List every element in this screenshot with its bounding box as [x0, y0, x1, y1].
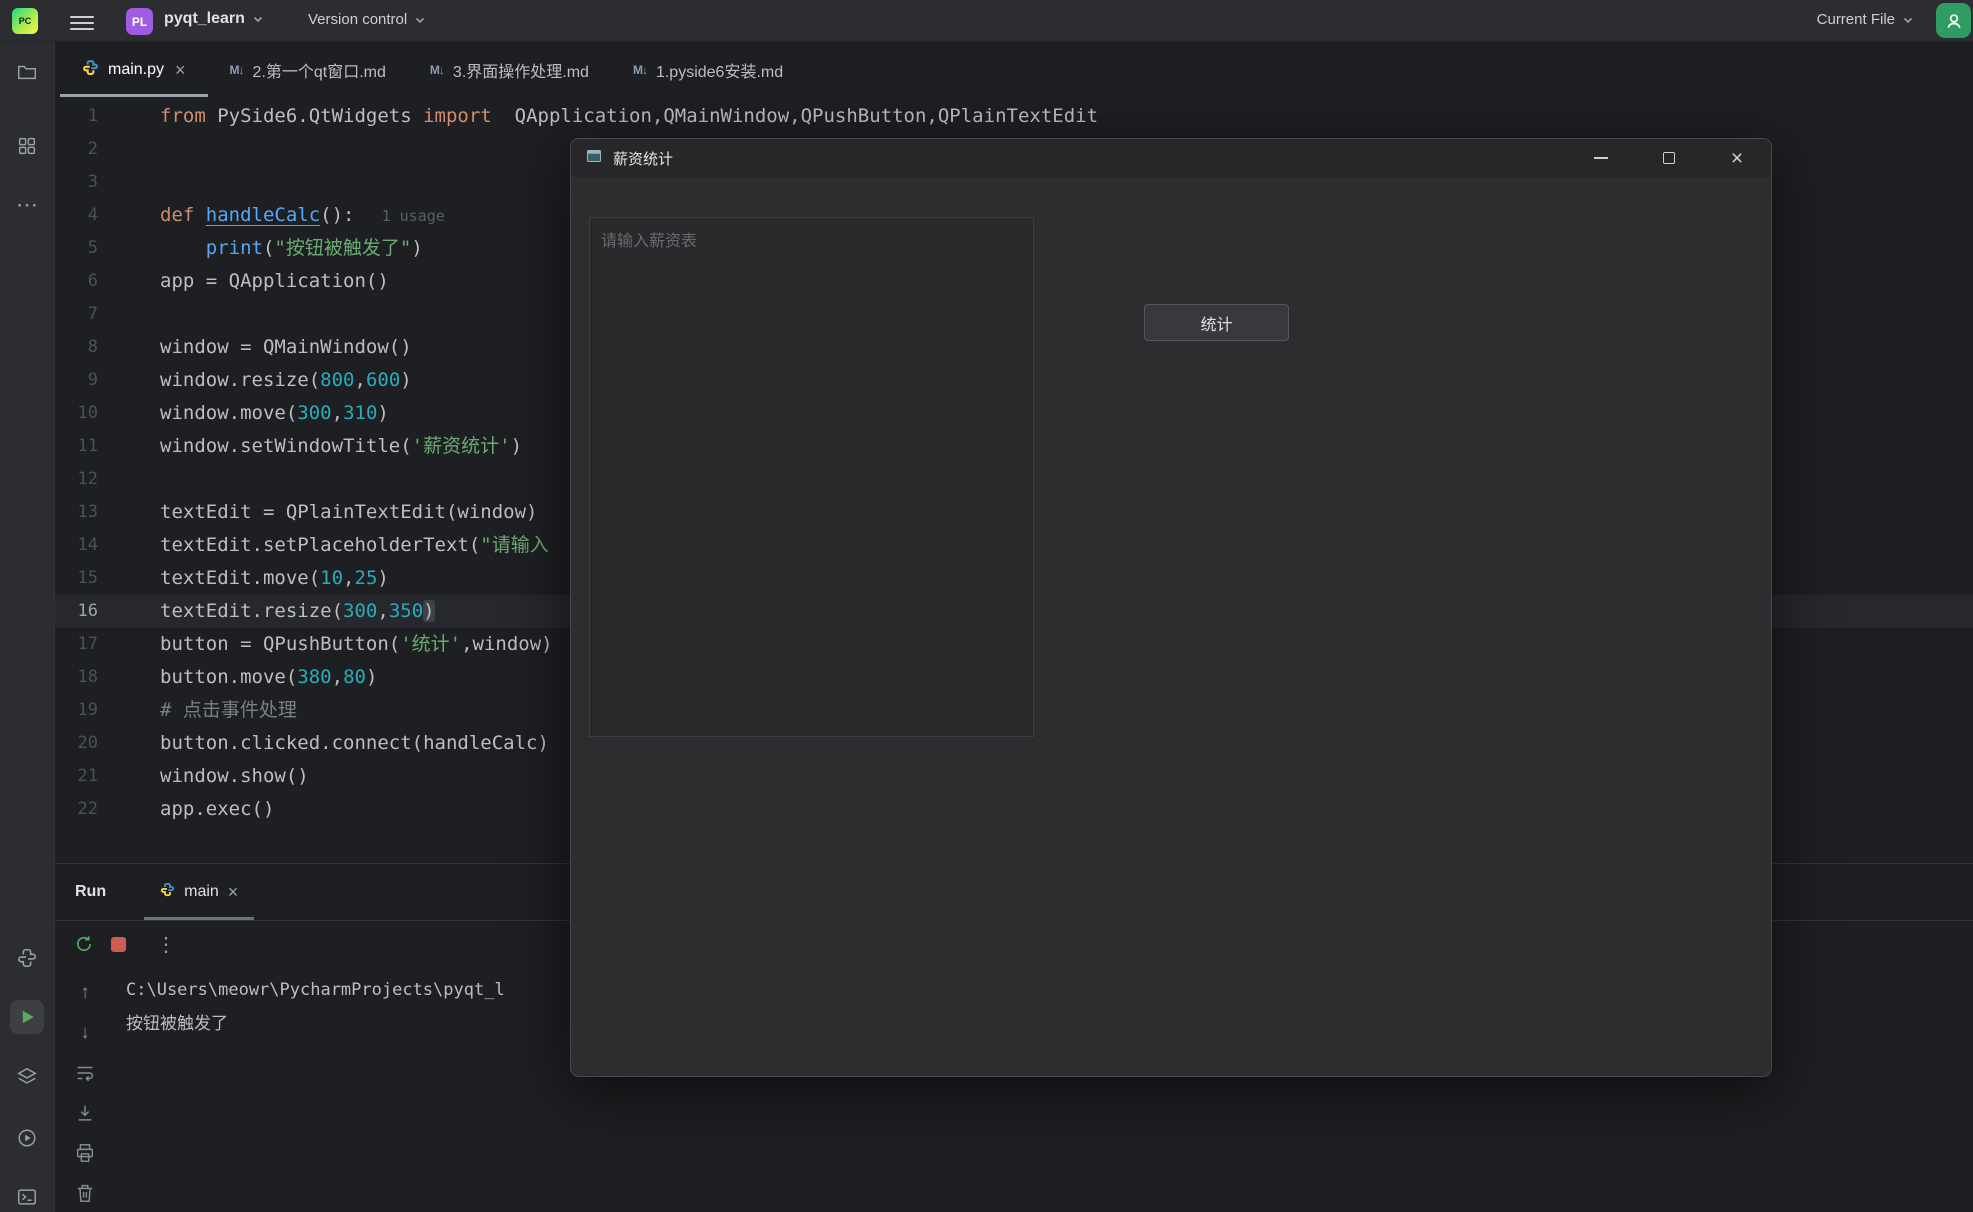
line-number: 3 [55, 166, 160, 199]
line-number: 10 [55, 397, 160, 430]
python-file-icon [82, 59, 99, 81]
line-number: 1 [55, 100, 160, 133]
line-number: 2 [55, 133, 160, 166]
line-number: 16 [55, 595, 160, 628]
console-toolbar: ↑ ↓ [55, 967, 115, 1212]
pycharm-window: PC PL pyqt_learn Version control Current… [0, 0, 1973, 1212]
line-number: 6 [55, 265, 160, 298]
gutter: 12345678910111213141516171819202122 [55, 100, 160, 826]
run-anything-icon[interactable] [10, 1121, 44, 1155]
current-file-label: Current File [1817, 11, 1895, 28]
rerun-icon[interactable] [67, 927, 101, 961]
run-tab-main[interactable]: main × [144, 864, 254, 920]
chevron-down-icon [1901, 13, 1915, 27]
hamburger-menu-icon[interactable] [70, 12, 94, 30]
stop-icon[interactable] [101, 927, 135, 961]
line-number: 20 [55, 727, 160, 760]
line-number: 14 [55, 529, 160, 562]
line-number: 17 [55, 628, 160, 661]
left-tool-rail: ⋯ [0, 42, 55, 1212]
more-tool-windows-icon[interactable]: ⋯ [10, 188, 44, 222]
services-icon[interactable] [10, 1060, 44, 1094]
version-control-label: Version control [308, 11, 407, 28]
project-name-dropdown[interactable]: pyqt_learn [164, 10, 265, 28]
scroll-to-end-icon[interactable] [73, 1101, 97, 1125]
qt-app-window: 薪资统计 × 统计 [570, 138, 1772, 1077]
down-arrow-icon[interactable]: ↓ [73, 1021, 97, 1045]
minimize-icon[interactable] [1567, 139, 1635, 177]
tab-label: main.py [108, 61, 164, 79]
code-with-me-icon[interactable] [1936, 3, 1971, 38]
salary-textedit[interactable] [589, 217, 1034, 737]
project-name-label: pyqt_learn [164, 10, 245, 28]
tab-main-py[interactable]: main.py × [60, 42, 208, 97]
line-number: 18 [55, 661, 160, 694]
qt-title-bar[interactable]: 薪资统计 × [571, 139, 1771, 177]
run-tool-window-icon[interactable] [10, 1000, 44, 1034]
close-icon[interactable]: × [1703, 139, 1771, 177]
line-number: 4 [55, 199, 160, 232]
code-line[interactable]: from PySide6.QtWidgets import QApplicati… [160, 100, 1973, 133]
close-run-tab-icon[interactable]: × [228, 882, 239, 903]
tab-md-3[interactable]: M↓ 3.界面操作处理.md [408, 42, 611, 97]
line-number: 5 [55, 232, 160, 265]
qt-window-icon [585, 147, 603, 170]
run-configuration-dropdown[interactable]: Current File [1817, 11, 1915, 28]
line-number: 11 [55, 430, 160, 463]
trash-icon[interactable] [73, 1181, 97, 1205]
soft-wrap-icon[interactable] [73, 1061, 97, 1085]
project-badge[interactable]: PL [126, 8, 153, 35]
close-tab-icon[interactable]: × [175, 61, 186, 79]
tab-label: 2.第一个qt窗口.md [253, 58, 386, 82]
maximize-icon[interactable] [1635, 139, 1703, 177]
python-file-icon [160, 882, 175, 902]
structure-icon[interactable] [10, 129, 44, 163]
markdown-icon: M↓ [230, 63, 244, 77]
run-tab-label: main [184, 883, 219, 901]
qt-window-controls: × [1567, 139, 1771, 177]
markdown-icon: M↓ [633, 63, 647, 77]
run-panel-title: Run [75, 883, 106, 901]
more-options-icon[interactable]: ⋮ [149, 927, 183, 961]
qt-window-title: 薪资统计 [613, 148, 673, 169]
pycharm-logo-icon: PC [12, 8, 38, 34]
terminal-icon[interactable] [10, 1180, 44, 1212]
line-number: 8 [55, 331, 160, 364]
up-arrow-icon[interactable]: ↑ [73, 981, 97, 1005]
line-number: 9 [55, 364, 160, 397]
tab-label: 3.界面操作处理.md [453, 58, 589, 82]
line-number: 15 [55, 562, 160, 595]
tab-md-2[interactable]: M↓ 2.第一个qt窗口.md [208, 42, 408, 97]
version-control-dropdown[interactable]: Version control [308, 11, 427, 28]
line-number: 21 [55, 760, 160, 793]
editor-tab-bar: main.py × M↓ 2.第一个qt窗口.md M↓ 3.界面操作处理.md… [55, 42, 1973, 97]
line-number: 19 [55, 694, 160, 727]
line-number: 12 [55, 463, 160, 496]
chevron-down-icon [413, 13, 427, 27]
project-folder-icon[interactable] [10, 55, 44, 89]
line-number: 13 [55, 496, 160, 529]
line-number: 22 [55, 793, 160, 826]
python-console-icon[interactable] [10, 941, 44, 975]
stat-button[interactable]: 统计 [1144, 304, 1289, 341]
line-number: 7 [55, 298, 160, 331]
title-bar: PC PL pyqt_learn Version control Current… [0, 0, 1973, 42]
chevron-down-icon [251, 12, 265, 26]
tab-label: 1.pyside6安装.md [656, 58, 783, 82]
markdown-icon: M↓ [430, 63, 444, 77]
print-icon[interactable] [73, 1141, 97, 1165]
tab-md-1[interactable]: M↓ 1.pyside6安装.md [611, 42, 805, 97]
